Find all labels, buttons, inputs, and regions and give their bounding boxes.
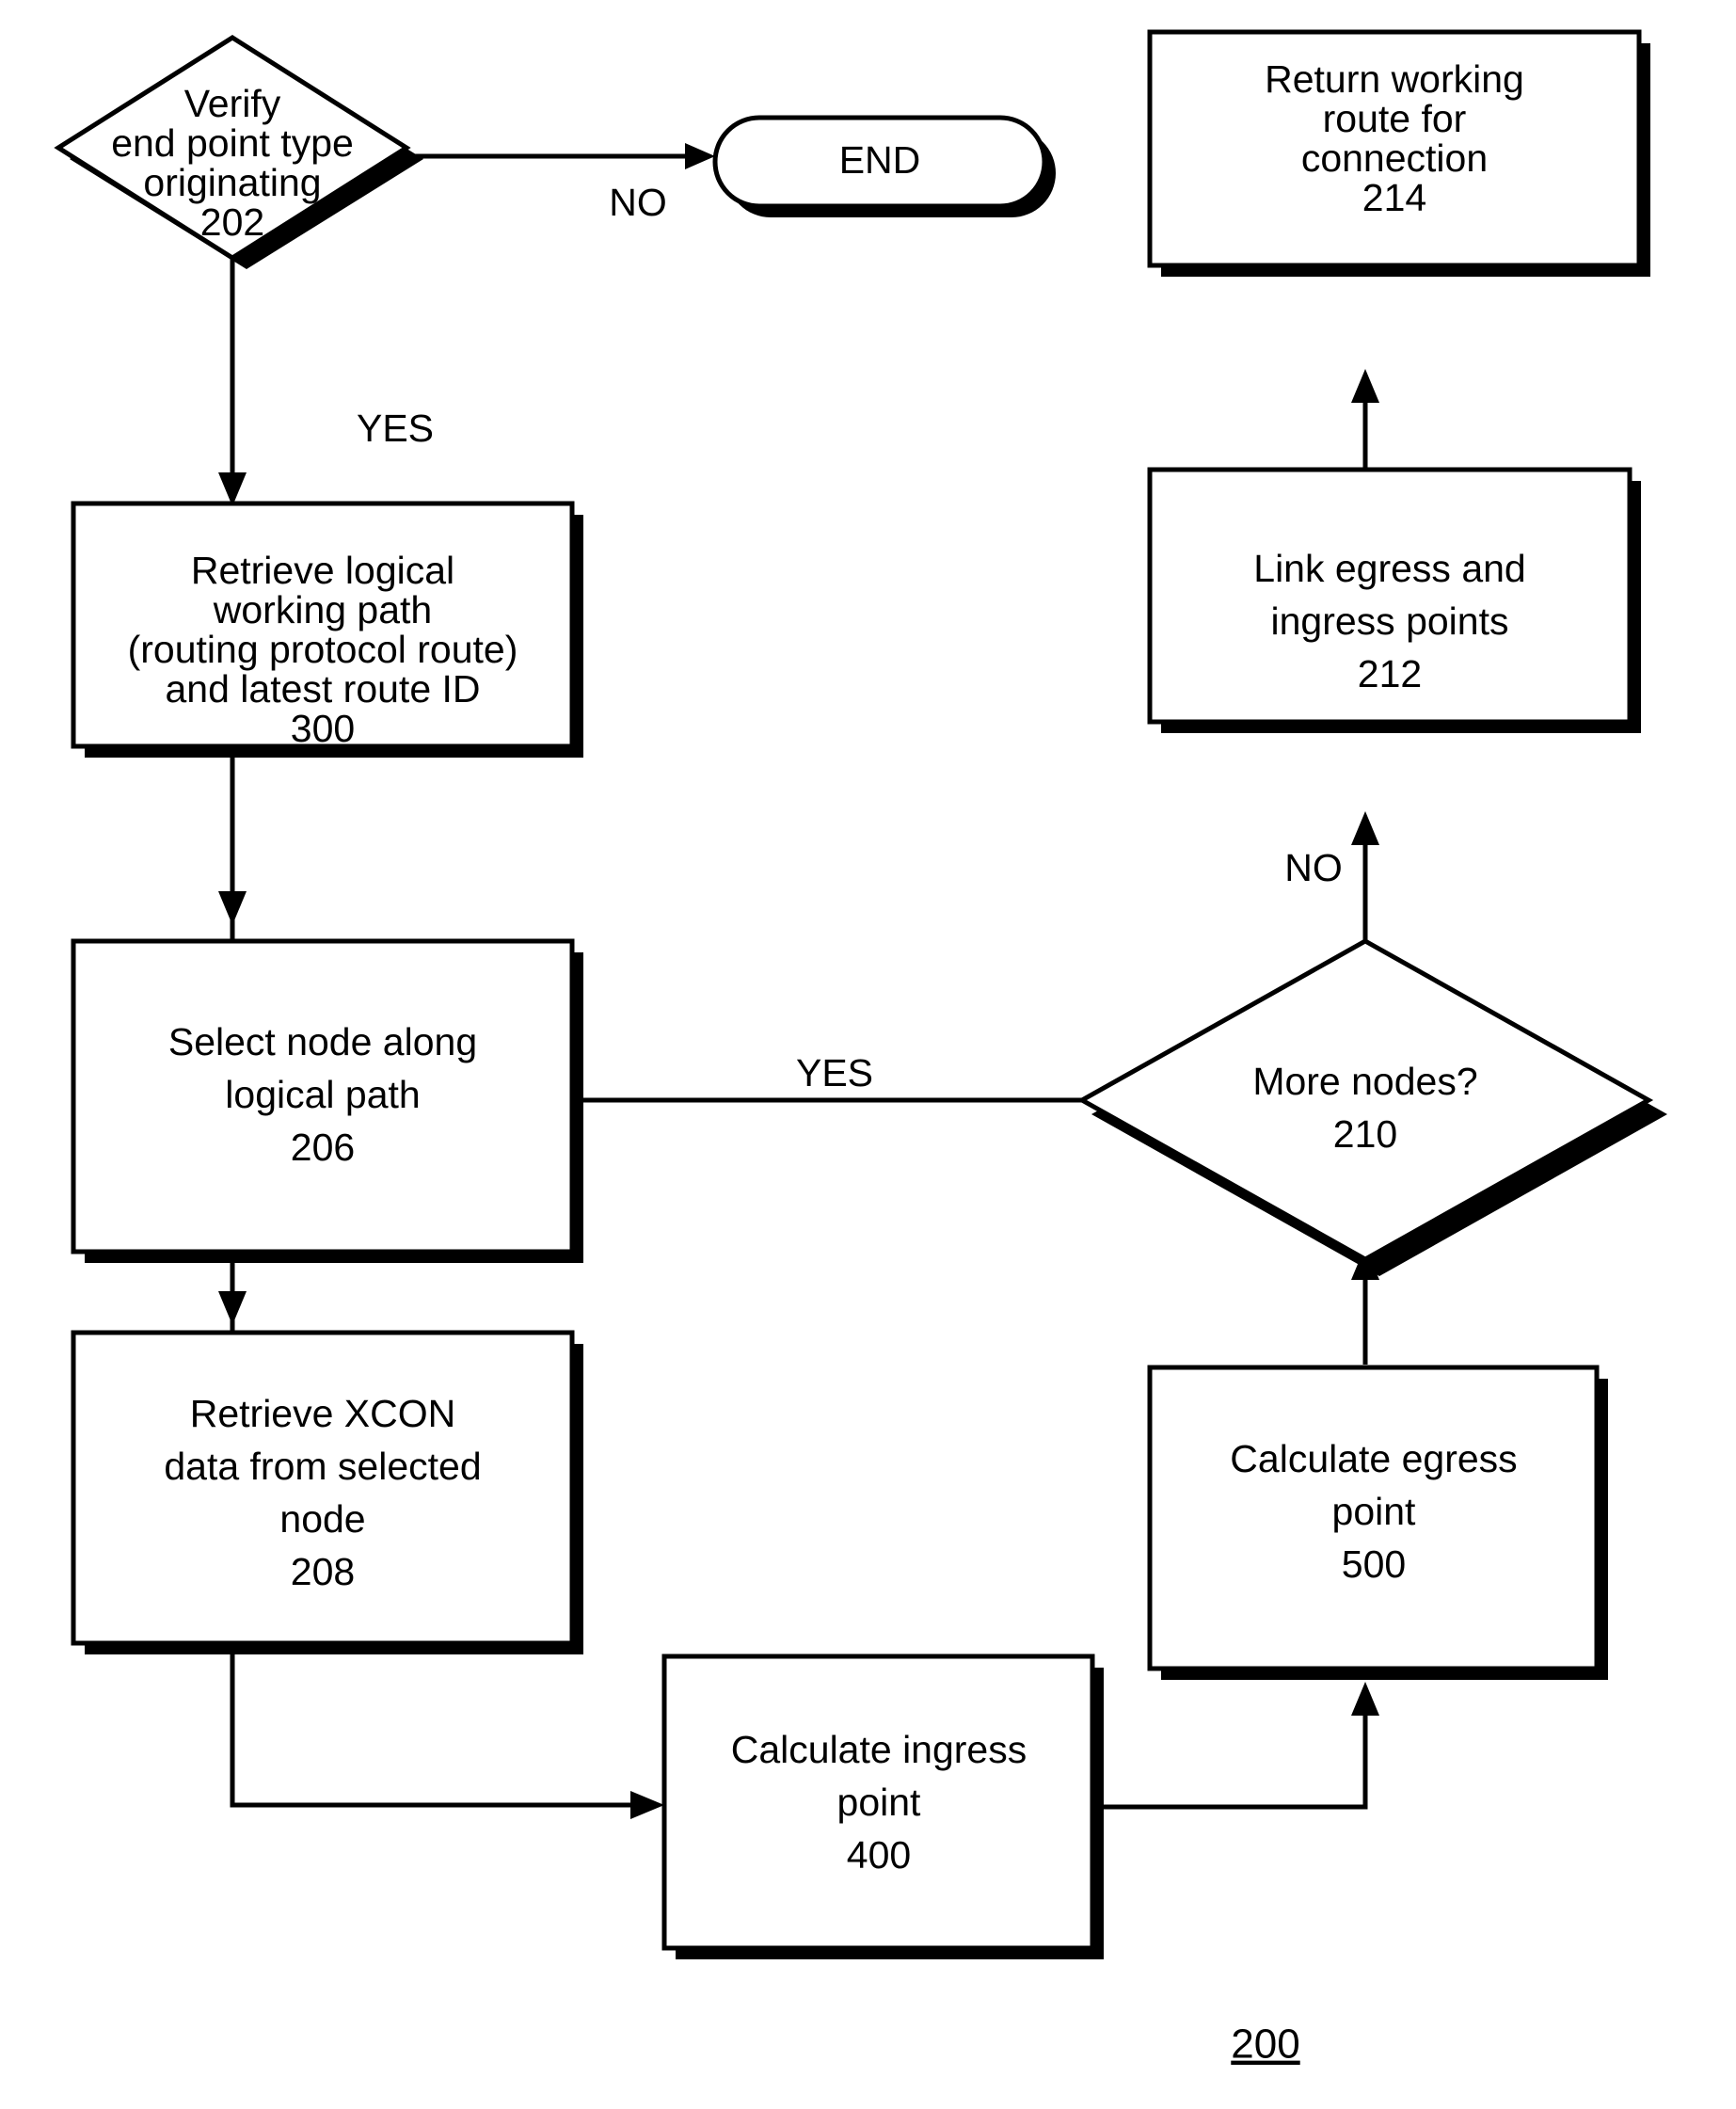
node-verify-end-point-type[interactable]: Verify end point type originating 202 bbox=[54, 35, 423, 269]
node-retrieve-path-line-1: working path bbox=[213, 588, 432, 631]
node-link-line-2: 212 bbox=[1358, 652, 1422, 695]
node-calculate-egress-point[interactable]: Calculate egress point 500 bbox=[1147, 1365, 1608, 1680]
node-link-egress-ingress-points[interactable]: Link egress and ingress points 212 bbox=[1147, 467, 1641, 733]
node-select-node-along-logical-path[interactable]: Select node along logical path 206 bbox=[71, 938, 583, 1263]
edge-more-nodes-no-to-link-points bbox=[1351, 811, 1379, 941]
node-egress-line-2: 500 bbox=[1342, 1542, 1406, 1586]
node-retrieve-path-line-0: Retrieve logical bbox=[191, 549, 454, 592]
node-more-nodes-line-0: More nodes? bbox=[1252, 1060, 1477, 1103]
node-link-line-1: ingress points bbox=[1271, 599, 1509, 643]
node-select-line-0: Select node along bbox=[168, 1020, 477, 1063]
node-verify-line-0: Verify bbox=[184, 82, 281, 125]
node-more-nodes-line-1: 210 bbox=[1333, 1112, 1397, 1156]
node-retrieve-xcon-data[interactable]: Retrieve XCON data from selected node 20… bbox=[71, 1330, 583, 1654]
node-verify-line-3: 202 bbox=[200, 200, 264, 244]
node-retrieve-path-line-2: (routing protocol route) bbox=[128, 628, 518, 671]
node-verify-line-2: originating bbox=[143, 161, 321, 204]
node-ingress-line-2: 400 bbox=[847, 1833, 911, 1877]
edge-label-more-nodes-yes: YES bbox=[796, 1051, 873, 1094]
edge-calc-ingress-to-calc-egress bbox=[1104, 1682, 1379, 1810]
node-egress-line-0: Calculate egress bbox=[1230, 1437, 1517, 1480]
node-xcon-line-0: Retrieve XCON bbox=[190, 1392, 456, 1435]
node-return-line-2: connection bbox=[1301, 136, 1488, 180]
node-more-nodes-decision[interactable]: More nodes? 210 bbox=[1076, 938, 1667, 1276]
node-end-label: END bbox=[839, 138, 921, 182]
node-verify-line-1: end point type bbox=[111, 121, 354, 165]
node-return-line-3: 214 bbox=[1362, 176, 1426, 219]
node-end-terminator[interactable]: END bbox=[712, 115, 1056, 217]
node-xcon-line-1: data from selected bbox=[164, 1445, 481, 1488]
node-retrieve-path-line-3: and latest route ID bbox=[165, 667, 480, 711]
node-calculate-ingress-point[interactable]: Calculate ingress point 400 bbox=[661, 1654, 1104, 1959]
node-retrieve-logical-working-path[interactable]: Retrieve logical working path (routing p… bbox=[71, 501, 583, 758]
node-return-working-route[interactable]: Return working route for connection 214 bbox=[1147, 29, 1650, 277]
node-xcon-line-2: node bbox=[279, 1497, 365, 1541]
node-retrieve-path-line-4: 300 bbox=[291, 707, 355, 750]
flowchart-canvas: Verify end point type originating 202 EN… bbox=[54, 29, 1667, 2068]
edge-label-verify-yes: YES bbox=[357, 407, 434, 450]
node-return-line-1: route for bbox=[1323, 97, 1467, 140]
node-ingress-line-0: Calculate ingress bbox=[731, 1728, 1027, 1771]
node-return-line-0: Return working bbox=[1265, 57, 1524, 101]
node-ingress-line-1: point bbox=[837, 1781, 922, 1824]
node-link-line-0: Link egress and bbox=[1253, 547, 1525, 590]
edge-verify-to-retrieve-path bbox=[218, 259, 247, 506]
node-egress-line-1: point bbox=[1332, 1490, 1417, 1533]
node-select-line-2: 206 bbox=[291, 1126, 355, 1169]
figure-number-label: 200 bbox=[1231, 2021, 1299, 2068]
node-xcon-line-3: 208 bbox=[291, 1550, 355, 1593]
edge-label-verify-no: NO bbox=[609, 181, 667, 224]
edge-label-more-nodes-no: NO bbox=[1284, 846, 1343, 889]
flowchart-figure: Verify end point type originating 202 EN… bbox=[0, 0, 1736, 2109]
edge-verify-to-end bbox=[406, 143, 715, 169]
node-select-line-1: logical path bbox=[225, 1073, 420, 1116]
